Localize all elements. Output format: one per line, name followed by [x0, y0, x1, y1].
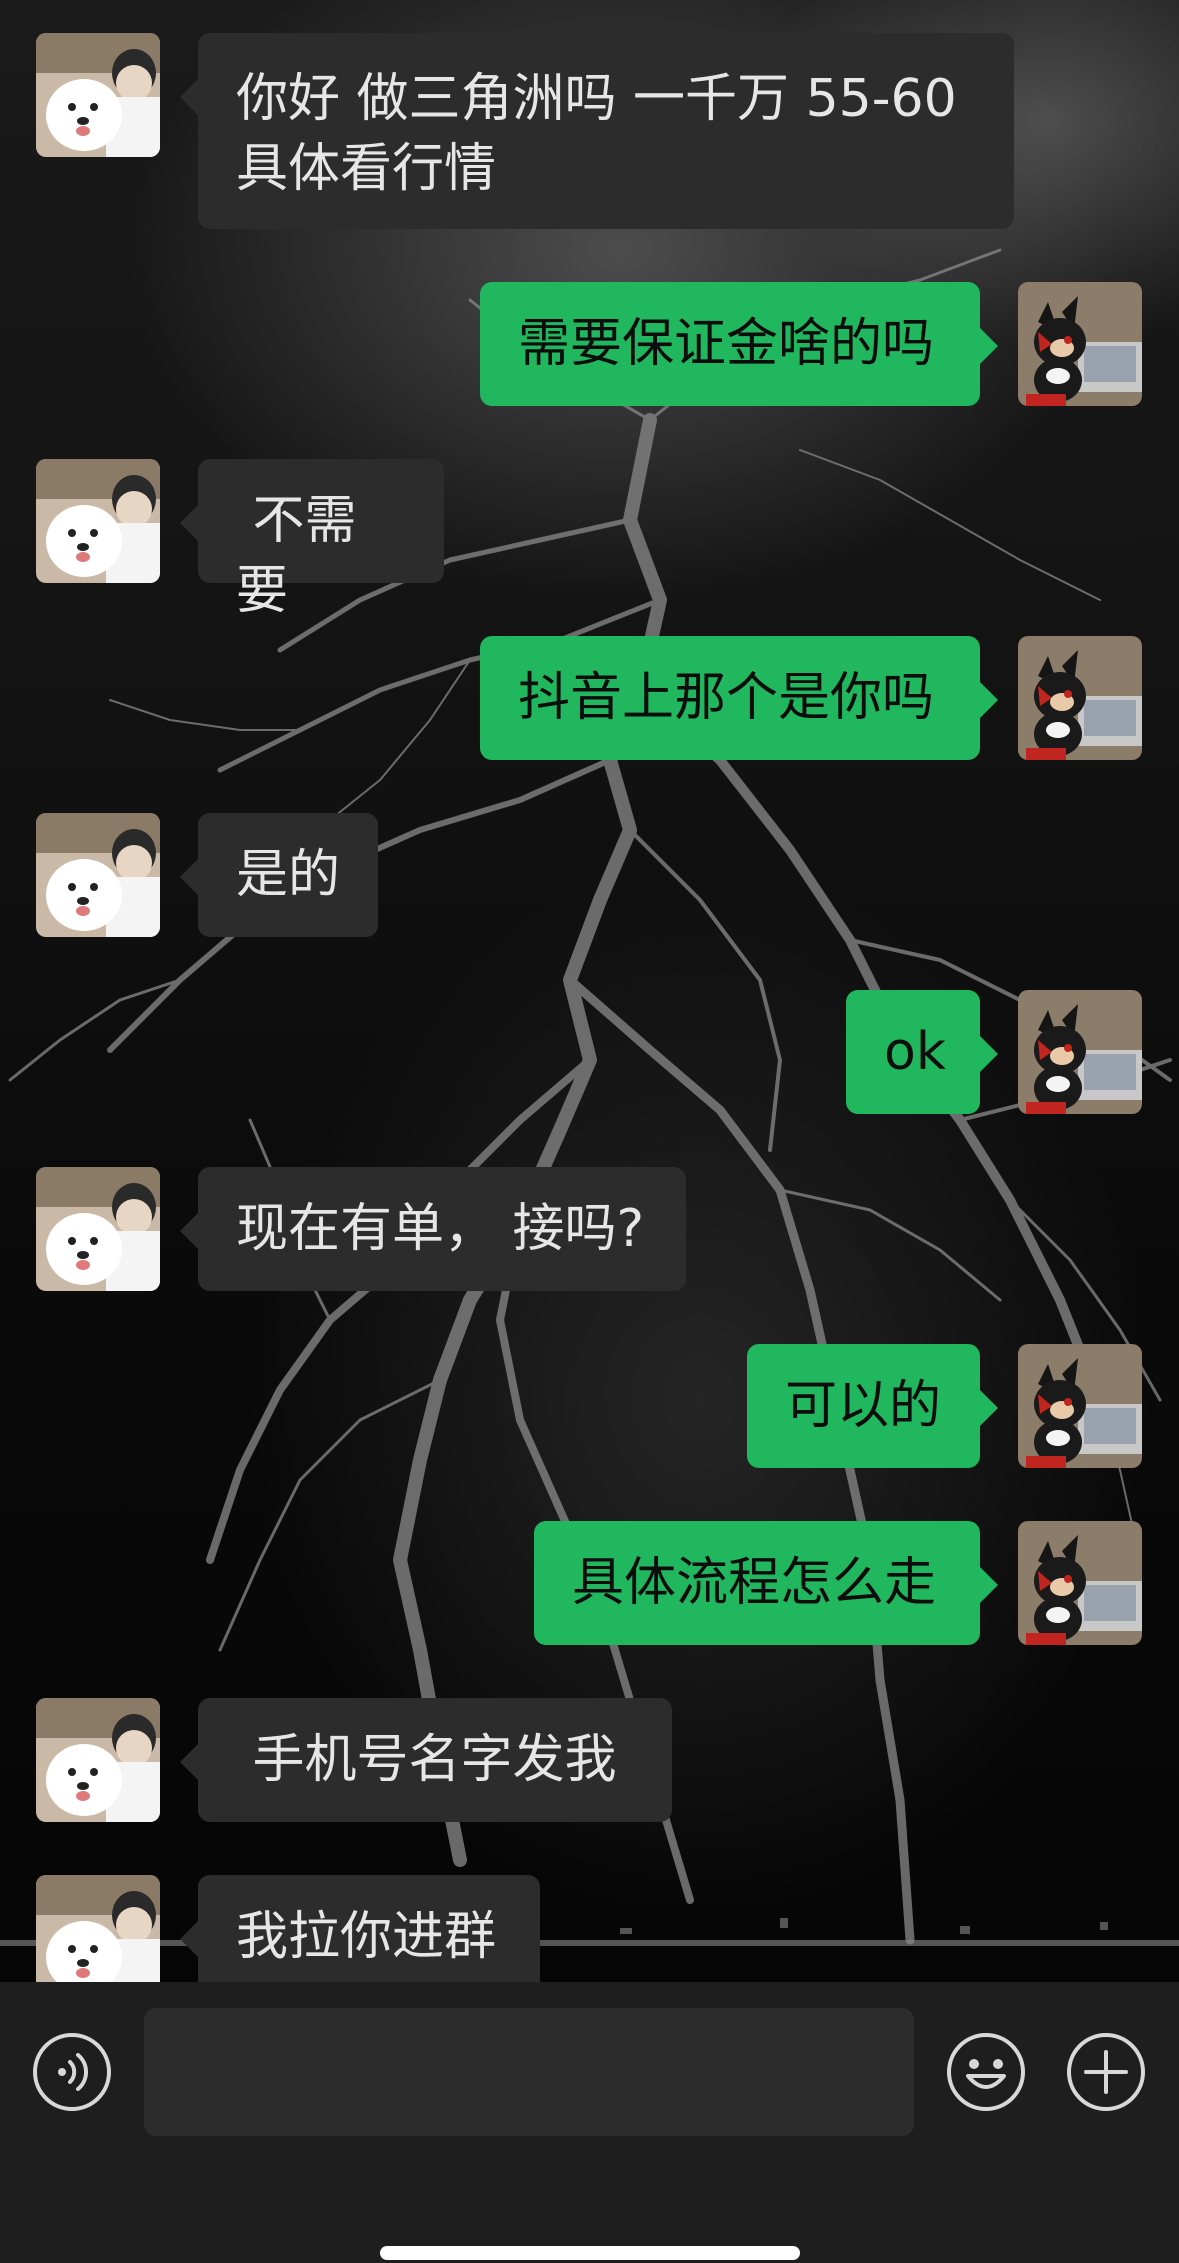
message-bubble-outgoing[interactable]: 需要保证金啥的吗	[480, 282, 998, 406]
chat-input-bar	[0, 1982, 1179, 2263]
user-avatar[interactable]	[1018, 282, 1142, 406]
plush-avatar-icon	[1018, 1521, 1142, 1645]
voice-button[interactable]	[32, 2032, 112, 2112]
dog-avatar-icon	[36, 1698, 160, 1822]
dog-avatar-icon	[36, 459, 160, 583]
home-indicator[interactable]	[380, 2246, 800, 2260]
contact-avatar[interactable]	[36, 33, 160, 157]
plush-avatar-icon	[1018, 990, 1142, 1114]
message-input[interactable]	[144, 2008, 914, 2136]
contact-avatar[interactable]	[36, 1167, 160, 1291]
plush-avatar-icon	[1018, 636, 1142, 760]
contact-avatar[interactable]	[36, 1875, 160, 1982]
voice-wave-icon	[33, 2033, 111, 2111]
emoji-button[interactable]	[946, 2032, 1026, 2112]
message-bubble-outgoing[interactable]: 可以的	[747, 1344, 998, 1468]
dog-avatar-icon	[36, 1875, 160, 1982]
plus-circle-icon	[1067, 2033, 1145, 2111]
dog-avatar-icon	[36, 33, 160, 157]
message-bubble-incoming[interactable]: 不需要	[180, 459, 444, 621]
message-bubble-outgoing[interactable]: 具体流程怎么走	[534, 1521, 998, 1645]
plush-avatar-icon	[1018, 282, 1142, 406]
user-avatar[interactable]	[1018, 1521, 1142, 1645]
more-button[interactable]	[1066, 2032, 1146, 2112]
smiley-face-icon	[947, 2033, 1025, 2111]
user-avatar[interactable]	[1018, 990, 1142, 1114]
contact-avatar[interactable]	[36, 1698, 160, 1822]
dog-avatar-icon	[36, 1167, 160, 1291]
message-bubble-outgoing[interactable]: 抖音上那个是你吗	[480, 636, 998, 760]
message-bubble-incoming[interactable]: 我拉你进群	[180, 1875, 540, 1982]
contact-avatar[interactable]	[36, 459, 160, 583]
user-avatar[interactable]	[1018, 636, 1142, 760]
user-avatar[interactable]	[1018, 1344, 1142, 1468]
dog-avatar-icon	[36, 813, 160, 937]
contact-avatar[interactable]	[36, 813, 160, 937]
message-bubble-incoming[interactable]: 现在有单， 接吗?	[180, 1167, 686, 1291]
message-bubble-incoming[interactable]: 是的	[180, 813, 378, 937]
chat-area: 你好 做三角洲吗 一千万 55-60 具体看行情 需要保证金啥的吗 不需要 抖音…	[0, 0, 1179, 1982]
plush-avatar-icon	[1018, 1344, 1142, 1468]
message-bubble-outgoing[interactable]: ok	[846, 990, 998, 1114]
message-bubble-incoming[interactable]: 手机号名字发我	[180, 1698, 672, 1822]
message-bubble-incoming[interactable]: 你好 做三角洲吗 一千万 55-60 具体看行情	[180, 33, 1014, 229]
